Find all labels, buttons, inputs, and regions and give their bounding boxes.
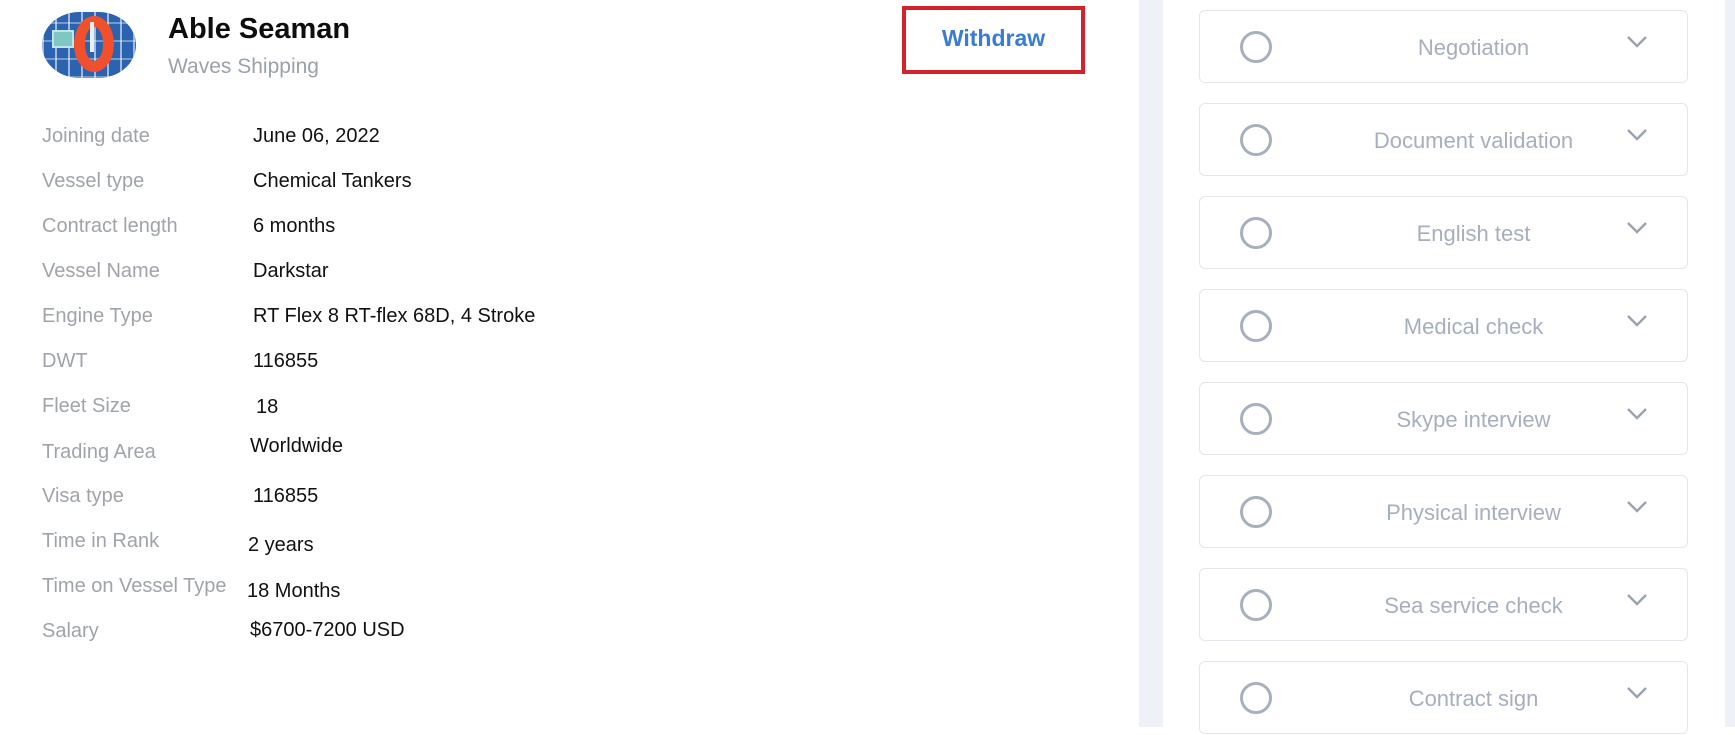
field-label: Contract length	[42, 215, 178, 237]
field-value: $6700-7200 USD	[250, 619, 405, 641]
empty-circle-icon	[1240, 496, 1272, 528]
stage-contract-sign[interactable]: Contract sign	[1199, 661, 1688, 734]
job-title: Able Seaman	[168, 13, 351, 45]
field-label: Vessel type	[42, 170, 145, 192]
field-label: Salary	[42, 620, 99, 642]
stage-label: Skype interview	[1396, 407, 1551, 432]
field-value: 2 years	[248, 534, 314, 556]
chevron-down-icon[interactable]	[1626, 35, 1648, 49]
stage-label: Document validation	[1373, 128, 1574, 153]
avatar-box	[52, 30, 74, 48]
field-value: 18	[256, 396, 279, 418]
company-name: Waves Shipping	[168, 55, 319, 78]
job-details-panel: Able Seaman Waves Shipping Withdraw Join…	[0, 0, 1139, 727]
stage-negotiation[interactable]: Negotiation	[1199, 10, 1688, 83]
field-label: Engine Type	[42, 305, 153, 327]
stage-label: Contract sign	[1408, 686, 1539, 711]
chevron-down-icon[interactable]	[1626, 500, 1648, 514]
withdraw-label: Withdraw	[941, 24, 1046, 51]
field-label: DWT	[42, 350, 88, 372]
field-label: Fleet Size	[42, 395, 131, 417]
empty-circle-icon	[1240, 124, 1272, 156]
field-value: 116855	[253, 350, 319, 372]
stage-label: Negotiation	[1417, 35, 1530, 60]
field-label: Time in Rank	[42, 530, 160, 552]
field-value: Darkstar	[253, 260, 329, 282]
stage-medical-check[interactable]: Medical check	[1199, 289, 1688, 362]
field-label: Visa type	[42, 485, 124, 507]
chevron-down-icon[interactable]	[1626, 221, 1648, 235]
chevron-down-icon[interactable]	[1626, 128, 1648, 142]
chevron-down-icon[interactable]	[1626, 314, 1648, 328]
field-value: June 06, 2022	[253, 125, 380, 147]
empty-circle-icon	[1240, 682, 1272, 714]
empty-circle-icon	[1240, 217, 1272, 249]
life-ring-icon	[74, 16, 114, 72]
field-label: Joining date	[42, 125, 150, 147]
empty-circle-icon	[1240, 31, 1272, 63]
panel-divider	[1139, 0, 1163, 727]
stage-physical-interview[interactable]: Physical interview	[1199, 475, 1688, 548]
chevron-down-icon[interactable]	[1626, 407, 1648, 421]
field-value: RT Flex 8 RT-flex 68D, 4 Stroke	[253, 305, 536, 327]
field-value: 116855	[253, 485, 319, 507]
empty-circle-icon	[1240, 589, 1272, 621]
company-avatar	[42, 12, 136, 78]
field-label: Vessel Name	[42, 260, 160, 282]
field-value: Worldwide	[250, 435, 343, 457]
field-label: Trading Area	[42, 441, 156, 463]
stage-sea-service-check[interactable]: Sea service check	[1199, 568, 1688, 641]
stage-label: Physical interview	[1386, 500, 1561, 525]
withdraw-button[interactable]: Withdraw	[902, 6, 1085, 74]
field-label: Time on Vessel Type	[42, 575, 227, 597]
stage-english-test[interactable]: English test	[1199, 196, 1688, 269]
avatar-rope	[90, 22, 94, 52]
empty-circle-icon	[1240, 403, 1272, 435]
stage-skype-interview[interactable]: Skype interview	[1199, 382, 1688, 455]
page-edge	[1725, 0, 1735, 727]
chevron-down-icon[interactable]	[1626, 686, 1648, 700]
chevron-down-icon[interactable]	[1626, 593, 1648, 607]
field-value: 18 Months	[247, 580, 341, 602]
stage-label: English test	[1416, 221, 1531, 246]
stage-label: Medical check	[1403, 314, 1544, 339]
field-value: 6 months	[253, 215, 336, 237]
field-value: Chemical Tankers	[253, 170, 412, 192]
empty-circle-icon	[1240, 310, 1272, 342]
stage-document-validation[interactable]: Document validation	[1199, 103, 1688, 176]
stage-label: Sea service check	[1384, 593, 1563, 618]
